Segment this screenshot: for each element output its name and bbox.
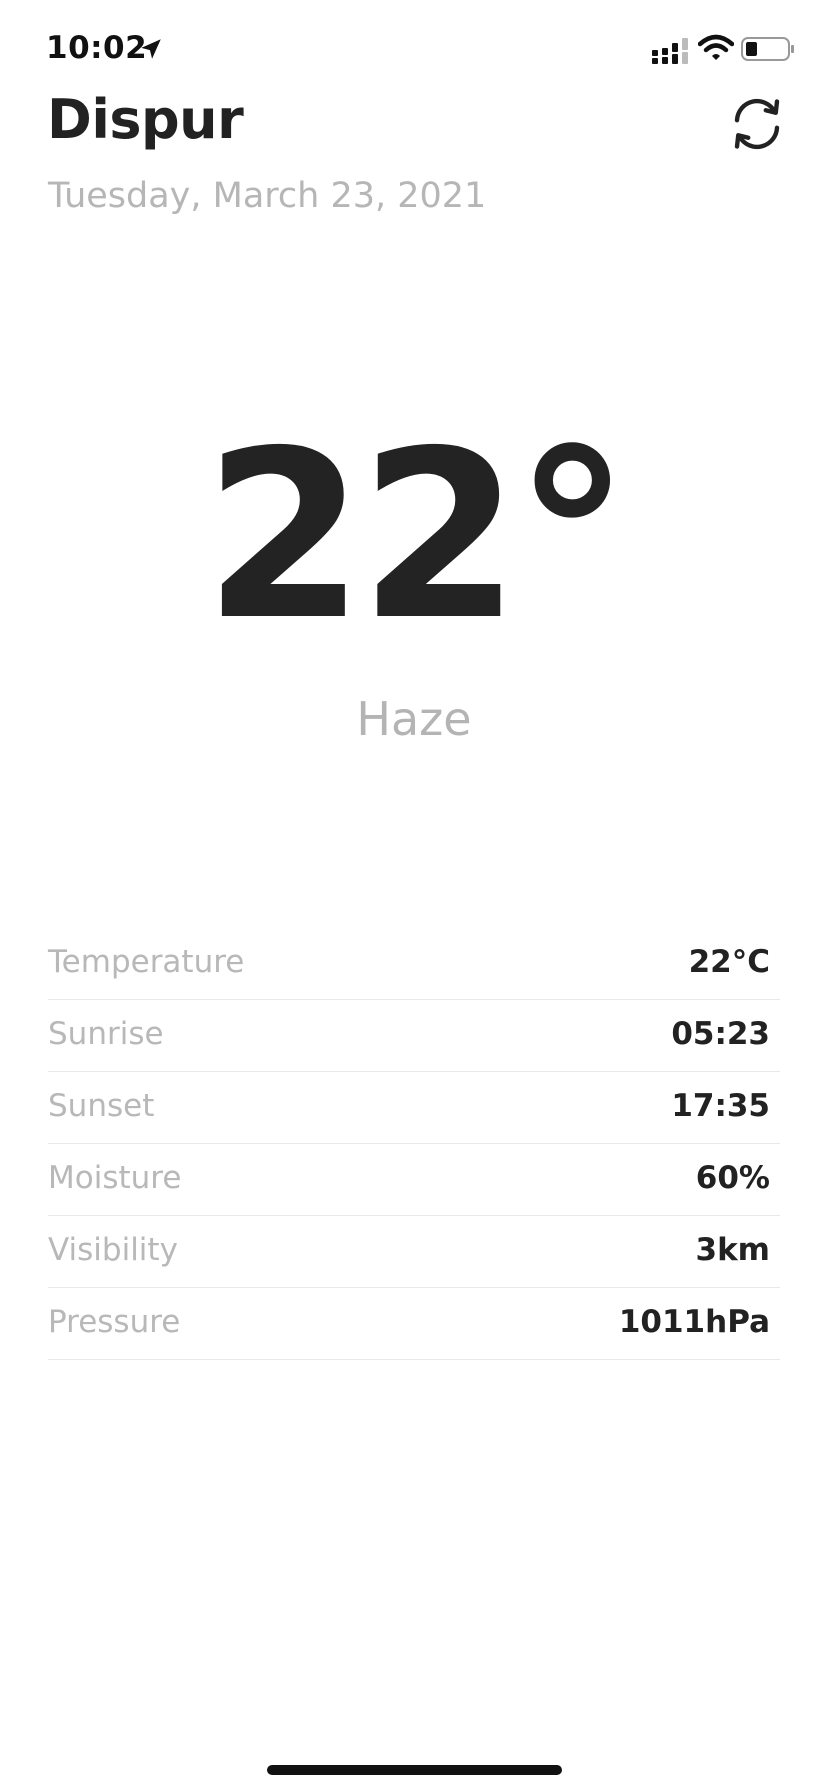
detail-value: 22°C [688,944,770,980]
detail-row-visibility: Visibility 3km [48,1216,780,1288]
city-title: Dispur [47,88,244,151]
detail-label: Moisture [48,1160,182,1196]
weather-condition: Haze [356,692,472,746]
wifi-icon [698,34,734,60]
detail-row-pressure: Pressure 1011hPa [48,1288,780,1360]
current-temperature: 22° [203,401,631,671]
detail-value: 3km [695,1232,771,1268]
location-arrow-icon [141,39,161,59]
detail-label: Sunrise [48,1016,164,1052]
detail-row-sunset: Sunset 17:35 [48,1072,780,1144]
detail-row-moisture: Moisture 60% [48,1144,780,1216]
home-indicator[interactable] [267,1765,562,1775]
detail-value: 1011hPa [618,1304,770,1340]
detail-row-sunrise: Sunrise 05:23 [48,1000,780,1072]
detail-row-temperature: Temperature 22°C [48,928,780,1000]
detail-label: Temperature [48,944,245,980]
status-bar: 10:02 [0,0,828,100]
weather-details-list: Temperature 22°C Sunrise 05:23 Sunset 17… [48,928,780,1360]
detail-value: 60% [695,1160,770,1196]
detail-label: Visibility [48,1232,178,1268]
refresh-icon[interactable] [727,94,787,154]
signal-icon [652,38,688,64]
detail-label: Pressure [48,1304,181,1340]
detail-value: 05:23 [671,1016,770,1052]
detail-value: 17:35 [671,1088,770,1124]
detail-label: Sunset [48,1088,155,1124]
status-time: 10:02 [46,30,148,66]
battery-icon [741,37,794,61]
date-label: Tuesday, March 23, 2021 [48,176,487,216]
